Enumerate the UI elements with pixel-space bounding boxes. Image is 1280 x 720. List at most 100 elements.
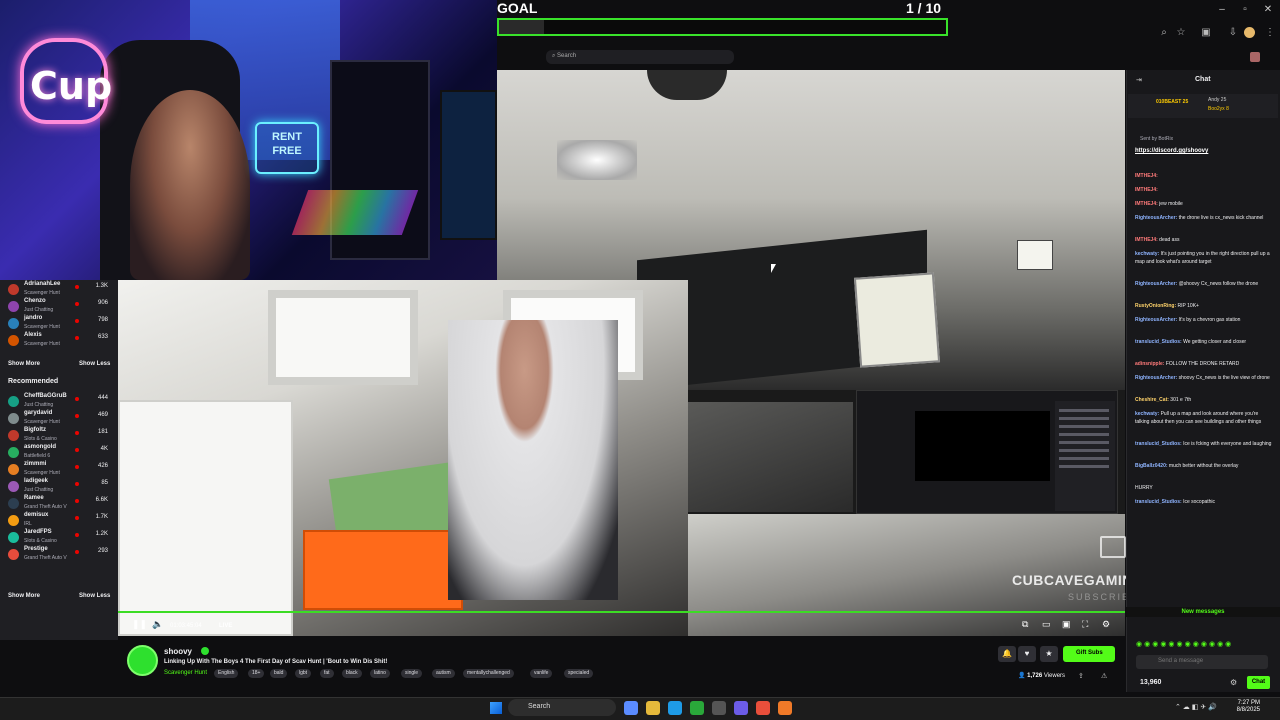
chat-username[interactable]: RustyOnionRing: xyxy=(1135,303,1176,309)
report-icon[interactable]: ⚠ xyxy=(1101,672,1107,680)
secondary-video-feed[interactable] xyxy=(118,280,688,636)
show-less-link-2[interactable]: Show Less xyxy=(79,593,110,599)
chat-username[interactable]: Cheshire_Cat: xyxy=(1135,397,1169,403)
taskbar-search[interactable]: Search xyxy=(508,699,616,716)
maximize-icon[interactable]: ▫ xyxy=(1234,4,1256,15)
chat-username[interactable]: BigBallz0420: xyxy=(1135,463,1168,469)
chat-username[interactable]: RighteousArcher: xyxy=(1135,317,1177,323)
stream-tag[interactable]: lgbt xyxy=(295,669,312,678)
stream-tag[interactable]: latino xyxy=(370,669,390,678)
chat-message[interactable]: RighteousArcher: shoovy Cx_news is the l… xyxy=(1135,374,1273,382)
follow-heart-icon[interactable]: ♥ xyxy=(1018,646,1036,662)
chat-username[interactable]: IMTHEJ4: xyxy=(1135,201,1158,207)
chat-username[interactable]: kechwaty: xyxy=(1135,251,1159,257)
chat-username[interactable]: IMTHEJ4: xyxy=(1135,173,1158,179)
chat-message[interactable]: translucid_Studios: Ice socopathic xyxy=(1135,498,1273,506)
stream-tag[interactable]: bald xyxy=(270,669,288,678)
copilot-icon[interactable] xyxy=(624,701,638,715)
chat-message[interactable]: IMTHEJ4: xyxy=(1135,172,1273,180)
chat-username[interactable]: kechwaty: xyxy=(1135,411,1159,417)
minimize-icon[interactable]: – xyxy=(1211,4,1233,15)
gift-subs-button[interactable]: Gift Subs xyxy=(1063,646,1115,662)
chat-username[interactable]: RighteousArcher: xyxy=(1135,375,1177,381)
app-icon[interactable] xyxy=(778,701,792,715)
discord-icon[interactable] xyxy=(734,701,748,715)
chat-message-input[interactable]: Send a message xyxy=(1136,655,1268,669)
system-tray-icons[interactable]: ⌃ ☁ ◧ ✈ 🔊 xyxy=(1175,703,1217,711)
share-icon[interactable]: ⇪ xyxy=(1078,672,1084,680)
clip-icon[interactable]: ⧉ xyxy=(1022,619,1028,630)
taskbar-clock[interactable]: 7:27 PM 8/8/2025 xyxy=(1232,700,1260,714)
playback-progress-bar[interactable] xyxy=(118,611,1125,613)
show-less-link[interactable]: Show Less xyxy=(79,361,110,367)
new-messages-banner[interactable]: New messages xyxy=(1126,607,1280,617)
subscribe-icon[interactable]: ★ xyxy=(1040,646,1058,662)
stream-tag[interactable]: vanlife xyxy=(530,669,553,678)
stream-tag[interactable]: single xyxy=(401,669,423,678)
chat-message[interactable]: translucid_Studios: We getting closer an… xyxy=(1135,338,1273,346)
emote-bar[interactable]: ◉◉◉◉◉◉◉◉◉◉◉◉ xyxy=(1136,640,1233,648)
volume-icon[interactable]: 🔈 xyxy=(152,619,163,630)
stream-tag[interactable]: fat xyxy=(320,669,334,678)
settings-icon[interactable]: ⚙ xyxy=(1102,619,1110,630)
chat-message[interactable]: BigBallz0420: much better without the ov… xyxy=(1135,462,1273,470)
downloads-icon[interactable]: ⇩ xyxy=(1225,27,1241,38)
star-icon[interactable]: ☆ xyxy=(1173,27,1189,38)
user-avatar[interactable] xyxy=(1250,52,1260,62)
channel-name[interactable]: shoovy xyxy=(164,647,192,656)
stream-tag[interactable]: 18+ xyxy=(248,669,265,678)
windows-start-icon[interactable] xyxy=(490,702,502,714)
theater-icon[interactable]: ▭ xyxy=(1042,619,1051,630)
notification-bell-icon[interactable]: 🔔 xyxy=(998,646,1016,662)
edge-icon[interactable] xyxy=(668,701,682,715)
chat-username[interactable]: IMTHEJ4: xyxy=(1135,237,1158,243)
chat-message[interactable]: IMTHEJ4: dead ass xyxy=(1135,236,1273,244)
stream-tag[interactable]: English xyxy=(214,669,239,678)
channel-avatar[interactable] xyxy=(127,645,158,676)
chat-message[interactable]: RighteousArcher: the drone live is cx_ne… xyxy=(1135,214,1273,222)
show-more-link-2[interactable]: Show More xyxy=(8,593,40,599)
chat-settings-icon[interactable]: ⚙ xyxy=(1230,678,1237,687)
profile-avatar[interactable] xyxy=(1244,27,1255,38)
collapse-chat-icon[interactable]: ⇥ xyxy=(1136,76,1142,84)
chat-message[interactable]: translucid_Studios: Ice is fcking with e… xyxy=(1135,440,1273,448)
chat-username[interactable]: adinsnipple: xyxy=(1135,361,1164,367)
close-icon[interactable]: ✕ xyxy=(1257,4,1279,15)
chat-message[interactable]: adinsnipple: FOLLOW THE DRONE RETARD xyxy=(1135,360,1273,368)
stream-tag[interactable]: specialed xyxy=(564,669,594,678)
stream-tag[interactable]: black xyxy=(342,669,362,678)
chat-username[interactable]: translucid_Studios: xyxy=(1135,339,1182,345)
pip-video-feed[interactable] xyxy=(688,390,1125,636)
chat-username[interactable]: translucid_Studios: xyxy=(1135,499,1182,505)
site-search-input[interactable]: ⌕ Search xyxy=(546,50,734,64)
stream-category[interactable]: Scavenger Hunt xyxy=(164,670,207,676)
recommended-channel-row[interactable]: Prestige Grand Theft Auto V 293 xyxy=(0,545,118,567)
pause-icon[interactable]: ❚❚ xyxy=(132,619,147,630)
zoom-icon[interactable]: ⌕ xyxy=(1156,27,1172,38)
chat-send-button[interactable]: Chat xyxy=(1247,676,1270,689)
stream-tag[interactable]: autism xyxy=(432,669,455,678)
menu-icon[interactable]: ⋮ xyxy=(1262,27,1278,38)
stream-tag[interactable]: mentallychallenged xyxy=(463,669,514,678)
chat-username[interactable]: RighteousArcher: xyxy=(1135,281,1177,287)
chat-message[interactable]: RustyOnionRing: RIP 10K+ xyxy=(1135,302,1273,310)
chat-message[interactable]: HURRY xyxy=(1135,484,1273,492)
pip-icon[interactable]: ▣ xyxy=(1062,619,1071,630)
show-more-link[interactable]: Show More xyxy=(8,361,40,367)
chrome-icon[interactable] xyxy=(756,701,770,715)
chat-message[interactable]: kechwaty: Pull up a map and look around … xyxy=(1135,410,1273,426)
chat-message[interactable]: IMTHEJ4: xyxy=(1135,186,1273,194)
chat-username[interactable]: IMTHEJ4: xyxy=(1135,187,1158,193)
pinned-discord-link[interactable]: https://discord.gg/shoovy xyxy=(1135,148,1208,154)
followed-channel-row[interactable]: Alexis Scavenger Hunt 633 xyxy=(0,331,118,353)
extensions-icon[interactable]: ▣ xyxy=(1198,27,1214,38)
chat-username[interactable]: RighteousArcher: xyxy=(1135,215,1177,221)
store-icon[interactable] xyxy=(690,701,704,715)
chat-message[interactable]: Cheshire_Cat: 301 e 7th xyxy=(1135,396,1273,404)
file-explorer-icon[interactable] xyxy=(646,701,660,715)
terminal-icon[interactable] xyxy=(712,701,726,715)
chat-message[interactable]: RighteousArcher: @shoovy Cx_news follow … xyxy=(1135,280,1273,288)
fullscreen-icon[interactable]: ⛶ xyxy=(1082,619,1088,630)
chat-message[interactable]: RighteousArcher: It's by a chevron gas s… xyxy=(1135,316,1273,324)
chat-message[interactable]: IMTHEJ4: jew mobile xyxy=(1135,200,1273,208)
